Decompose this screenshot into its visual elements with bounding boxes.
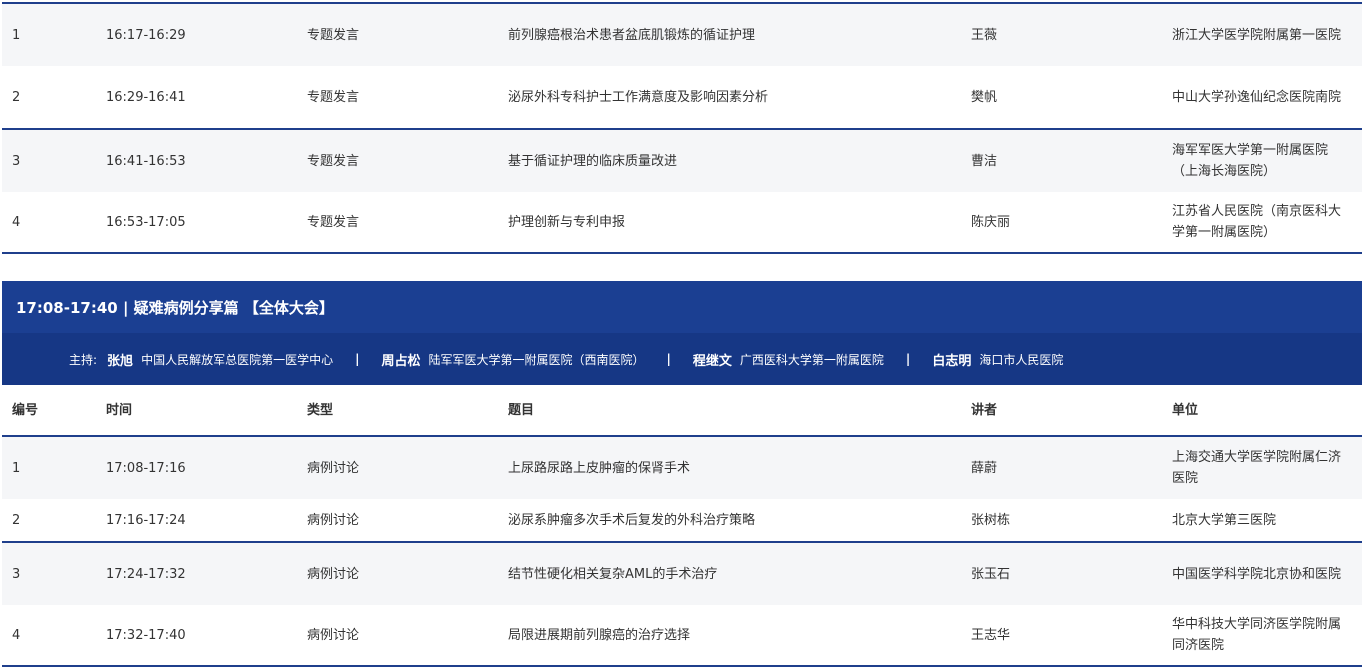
row-speaker: 陈庆丽 — [971, 214, 1011, 230]
row-speaker: 王志华 — [971, 627, 1011, 643]
agenda-table-session: 编号 时间 类型 题目 讲者 单位 1 17:08-17:16 病例讨论 上尿路… — [2, 385, 1362, 667]
row-number: 4 — [12, 627, 21, 643]
table-row: 4 17:32-17:40 病例讨论 局限进展期前列腺癌的治疗选择 王志华 华中… — [2, 605, 1362, 667]
session-title-bar: 17:08-17:40 | 疑难病例分享篇 【全体大会】 — [2, 281, 1362, 333]
row-speaker: 张玉石 — [971, 566, 1011, 582]
row-unit: 江苏省人民医院（南京医科大学第一附属医院） — [1172, 204, 1342, 240]
row-type: 病例讨论 — [307, 566, 360, 582]
host-name: 程继文 — [692, 353, 732, 369]
row-type: 病例讨论 — [307, 512, 360, 528]
session-title: 17:08-17:40 | 疑难病例分享篇 【全体大会】 — [16, 298, 334, 317]
table-row: 1 17:08-17:16 病例讨论 上尿路尿路上皮肿瘤的保肾手术 薛蔚 上海交… — [2, 437, 1362, 499]
row-number: 3 — [12, 153, 21, 169]
row-type: 病例讨论 — [307, 460, 360, 476]
row-topic: 泌尿外科专科护士工作满意度及影响因素分析 — [508, 89, 769, 105]
row-time: 16:53-17:05 — [106, 214, 186, 230]
host-separator: | — [355, 352, 360, 366]
row-time: 17:32-17:40 — [106, 627, 186, 643]
host-org: 陆军军医大学第一附属医院（西南医院） — [428, 352, 645, 367]
row-time: 17:16-17:24 — [106, 512, 186, 528]
row-number: 2 — [12, 89, 21, 105]
row-time: 16:29-16:41 — [106, 89, 186, 105]
row-time: 17:08-17:16 — [106, 460, 186, 476]
row-time: 17:24-17:32 — [106, 566, 186, 582]
row-number: 2 — [12, 512, 21, 528]
header-unit: 单位 — [1172, 402, 1199, 418]
host-org: 海口市人民医院 — [979, 352, 1064, 367]
table-header-row: 编号 时间 类型 题目 讲者 单位 — [2, 385, 1362, 437]
host-label: 主持: — [69, 352, 98, 367]
session-hosts-bar: 主持: 张旭 中国人民解放军总医院第一医学中心 | 周占松 陆军军医大学第一附属… — [2, 333, 1362, 385]
row-unit: 上海交通大学医学院附属仁济医院 — [1172, 450, 1342, 486]
row-number: 4 — [12, 214, 21, 230]
row-topic: 泌尿系肿瘤多次手术后复发的外科治疗策略 — [508, 512, 756, 528]
row-type: 专题发言 — [307, 153, 360, 169]
agenda-page: 1 16:17-16:29 专题发言 前列腺癌根治术患者盆底肌锻炼的循证护理 王… — [0, 0, 1364, 668]
row-time: 16:17-16:29 — [106, 27, 186, 43]
header-time: 时间 — [106, 402, 133, 418]
host-name: 白志明 — [932, 353, 972, 369]
row-unit: 华中科技大学同济医学院附属同济医院 — [1172, 617, 1342, 653]
table-row: 3 16:41-16:53 专题发言 基于循证护理的临床质量改进 曹洁 海军军医… — [2, 128, 1362, 192]
row-type: 病例讨论 — [307, 627, 360, 643]
table-row: 2 16:29-16:41 专题发言 泌尿外科专科护士工作满意度及影响因素分析 … — [2, 66, 1362, 128]
row-topic: 基于循证护理的临床质量改进 — [508, 153, 678, 169]
row-type: 专题发言 — [307, 27, 360, 43]
row-speaker: 曹洁 — [971, 153, 998, 169]
table-row: 1 16:17-16:29 专题发言 前列腺癌根治术患者盆底肌锻炼的循证护理 王… — [2, 2, 1362, 66]
host-name: 张旭 — [107, 353, 134, 369]
table-row: 4 16:53-17:05 专题发言 护理创新与专利申报 陈庆丽 江苏省人民医院… — [2, 192, 1362, 254]
row-topic: 前列腺癌根治术患者盆底肌锻炼的循证护理 — [508, 27, 756, 43]
row-unit: 中国医学科学院北京协和医院 — [1172, 566, 1342, 582]
row-unit: 海军军医大学第一附属医院（上海长海医院） — [1172, 143, 1329, 179]
host-name: 周占松 — [381, 353, 421, 369]
header-type: 类型 — [307, 402, 334, 418]
agenda-table-previous: 1 16:17-16:29 专题发言 前列腺癌根治术患者盆底肌锻炼的循证护理 王… — [2, 2, 1362, 254]
row-topic: 局限进展期前列腺癌的治疗选择 — [508, 627, 691, 643]
row-speaker: 樊帆 — [971, 89, 998, 105]
row-type: 专题发言 — [307, 214, 360, 230]
row-unit: 浙江大学医学院附属第一医院 — [1172, 27, 1342, 43]
row-speaker: 薛蔚 — [971, 460, 998, 476]
row-type: 专题发言 — [307, 89, 360, 105]
row-speaker: 王薇 — [971, 27, 998, 43]
host-separator: | — [666, 352, 671, 366]
row-topic: 结节性硬化相关复杂AML的手术治疗 — [508, 566, 718, 582]
header-number: 编号 — [12, 402, 39, 418]
row-number: 1 — [12, 460, 21, 476]
host-org: 广西医科大学第一附属医院 — [739, 352, 884, 367]
row-number: 3 — [12, 566, 21, 582]
table-row: 2 17:16-17:24 病例讨论 泌尿系肿瘤多次手术后复发的外科治疗策略 张… — [2, 499, 1362, 541]
row-topic: 护理创新与专利申报 — [508, 214, 626, 230]
header-speaker: 讲者 — [971, 402, 998, 418]
header-topic: 题目 — [508, 402, 535, 418]
row-unit: 北京大学第三医院 — [1172, 512, 1277, 528]
host-org: 中国人民解放军总医院第一医学中心 — [141, 352, 334, 367]
table-row: 3 17:24-17:32 病例讨论 结节性硬化相关复杂AML的手术治疗 张玉石… — [2, 541, 1362, 605]
row-number: 1 — [12, 27, 21, 43]
row-unit: 中山大学孙逸仙纪念医院南院 — [1172, 89, 1342, 105]
row-topic: 上尿路尿路上皮肿瘤的保肾手术 — [508, 460, 691, 476]
host-separator: | — [905, 352, 911, 366]
row-time: 16:41-16:53 — [106, 153, 186, 169]
row-speaker: 张树栋 — [971, 512, 1011, 528]
